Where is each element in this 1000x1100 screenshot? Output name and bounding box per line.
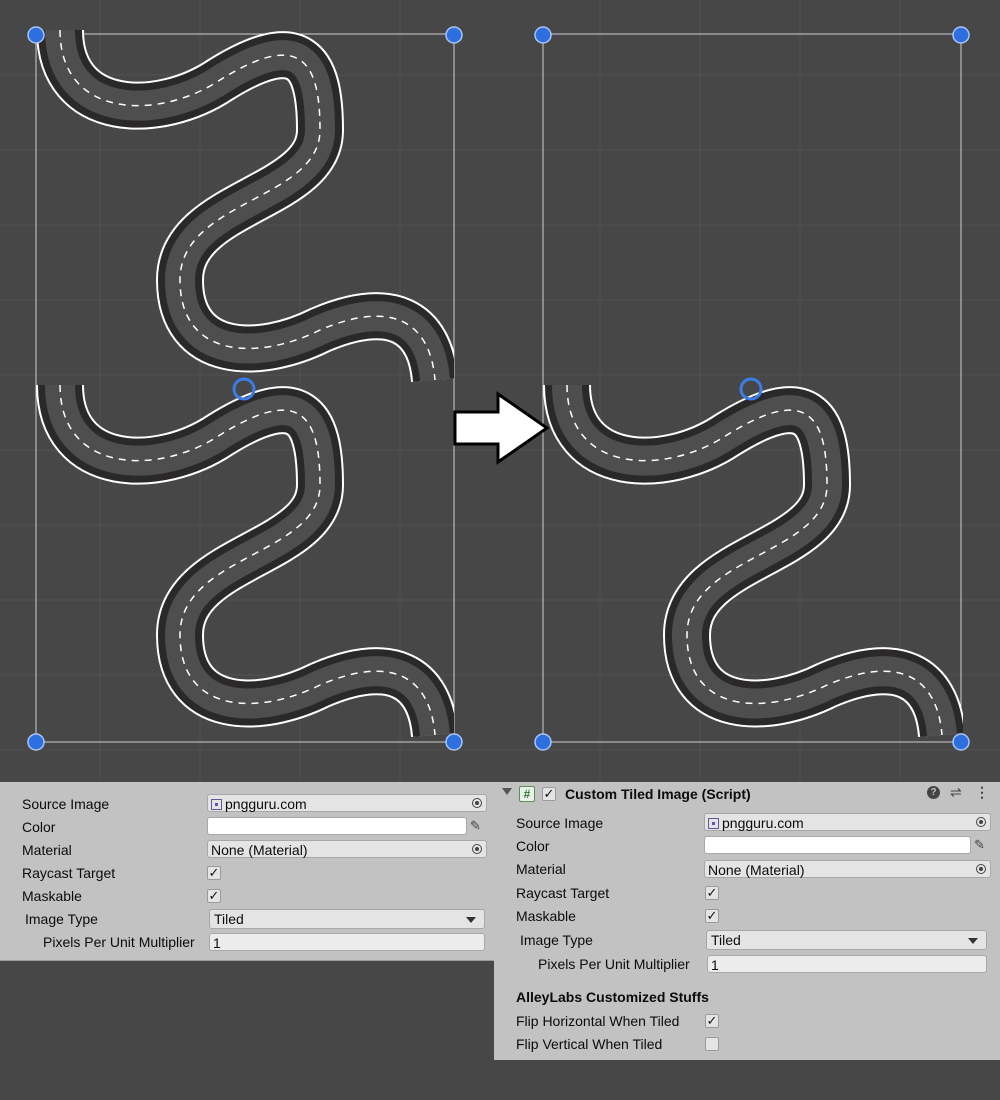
- ppu-multiplier-value: 1: [213, 935, 221, 951]
- object-picker-icon[interactable]: [976, 817, 986, 827]
- left-rect-transform: [35, 30, 455, 743]
- color-field[interactable]: [704, 836, 971, 854]
- color-label: Color: [22, 819, 56, 835]
- component-title: Custom Tiled Image (Script): [565, 786, 751, 802]
- preset-sliders-icon[interactable]: ⇌: [950, 784, 962, 801]
- flip-horizontal-checkbox[interactable]: ✓: [705, 1014, 719, 1028]
- component-enabled-checkbox[interactable]: ✓: [542, 787, 556, 801]
- ppu-multiplier-field[interactable]: 1: [707, 955, 987, 973]
- maskable-checkbox[interactable]: ✓: [207, 889, 221, 903]
- flip-vertical-label: Flip Vertical When Tiled: [516, 1036, 663, 1052]
- ppu-multiplier-label: Pixels Per Unit Multiplier: [43, 934, 195, 950]
- scene-canvas[interactable]: [0, 0, 1000, 782]
- ppu-multiplier-value: 1: [711, 957, 719, 973]
- material-field[interactable]: None (Material): [207, 840, 487, 858]
- image-type-dropdown[interactable]: Tiled: [209, 909, 485, 929]
- ppu-multiplier-field[interactable]: 1: [209, 933, 485, 951]
- material-value: None (Material): [708, 862, 805, 878]
- maskable-label: Maskable: [516, 908, 576, 924]
- image-type-dropdown[interactable]: Tiled: [706, 930, 987, 950]
- scene-view[interactable]: [0, 0, 1000, 782]
- eyedropper-icon[interactable]: ✎: [470, 818, 491, 834]
- flip-vertical-checkbox[interactable]: [705, 1037, 719, 1051]
- material-value: None (Material): [211, 842, 308, 858]
- left-inspector: Source Image pngguru.com Color ✎ Materia…: [0, 782, 495, 961]
- object-picker-icon[interactable]: [472, 844, 482, 854]
- image-type-value: Tiled: [711, 932, 741, 948]
- foldout-arrow-icon[interactable]: [502, 788, 512, 795]
- raycast-target-label: Raycast Target: [516, 885, 610, 901]
- right-inspector: # ✓ Custom Tiled Image (Script) ? ⇌ ⋮ So…: [494, 782, 1000, 1060]
- material-label: Material: [516, 861, 566, 877]
- component-header[interactable]: # ✓ Custom Tiled Image (Script) ? ⇌ ⋮: [494, 782, 1000, 806]
- image-type-label: Image Type: [25, 911, 98, 927]
- source-image-label: Source Image: [516, 815, 604, 831]
- left-corner-handles[interactable]: [27, 26, 463, 751]
- object-picker-icon[interactable]: [472, 798, 482, 808]
- raycast-target-checkbox[interactable]: ✓: [207, 866, 221, 880]
- sprite-icon: [708, 818, 719, 829]
- script-icon: #: [519, 786, 535, 802]
- source-image-value: pngguru.com: [225, 796, 307, 812]
- ppu-multiplier-label: Pixels Per Unit Multiplier: [538, 956, 690, 972]
- source-image-field[interactable]: pngguru.com: [207, 794, 487, 812]
- eyedropper-icon[interactable]: ✎: [974, 837, 997, 853]
- help-icon[interactable]: ?: [927, 786, 940, 799]
- raycast-target-label: Raycast Target: [22, 865, 116, 881]
- maskable-checkbox[interactable]: ✓: [705, 909, 719, 923]
- raycast-target-checkbox[interactable]: ✓: [705, 886, 719, 900]
- chevron-down-icon: [968, 938, 978, 944]
- color-field[interactable]: [207, 817, 467, 835]
- object-picker-icon[interactable]: [976, 864, 986, 874]
- chevron-down-icon: [466, 917, 476, 923]
- section-title: AlleyLabs Customized Stuffs: [516, 989, 709, 1005]
- color-label: Color: [516, 838, 550, 854]
- right-arrow-icon: [453, 391, 550, 465]
- sprite-icon: [211, 799, 222, 810]
- flip-horizontal-label: Flip Horizontal When Tiled: [516, 1013, 680, 1029]
- image-type-label: Image Type: [520, 932, 593, 948]
- right-rect-transform: [542, 33, 1000, 743]
- source-image-label: Source Image: [22, 796, 110, 812]
- maskable-label: Maskable: [22, 888, 82, 904]
- material-label: Material: [22, 842, 72, 858]
- image-type-value: Tiled: [214, 911, 244, 927]
- material-field[interactable]: None (Material): [704, 860, 991, 878]
- kebab-menu-icon[interactable]: ⋮: [975, 784, 989, 801]
- source-image-field[interactable]: pngguru.com: [704, 813, 991, 831]
- source-image-value: pngguru.com: [722, 815, 804, 831]
